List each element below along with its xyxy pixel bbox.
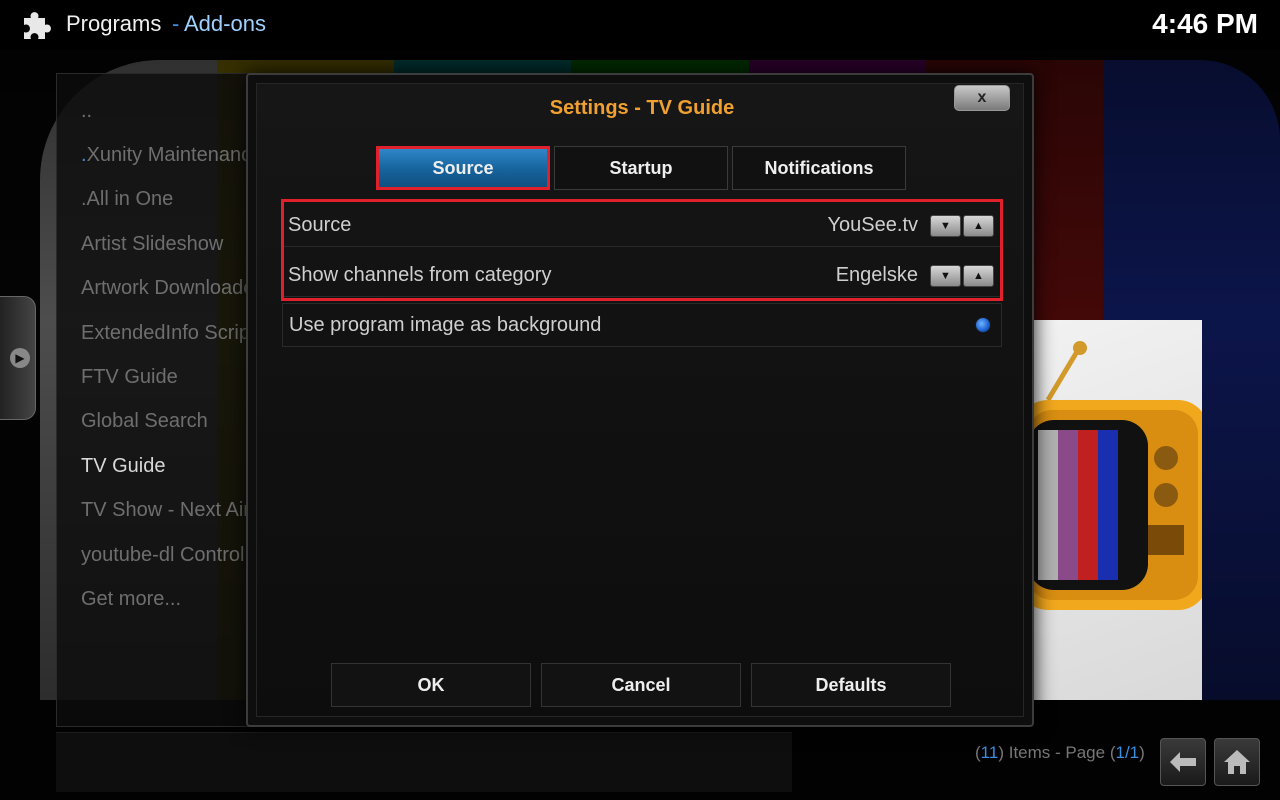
list-item[interactable]: Get more...: [81, 588, 181, 611]
clock: 4:46 PM: [1152, 8, 1258, 39]
setting-value: Engelske: [835, 264, 918, 286]
page-number: 1/1: [1115, 743, 1140, 762]
puzzle-icon: [24, 12, 51, 40]
defaults-button[interactable]: Defaults: [751, 663, 951, 707]
tab-notifications[interactable]: Notifications: [732, 146, 906, 190]
setting-program-image-background[interactable]: Use program image as background: [282, 303, 1002, 347]
triangle-up-icon[interactable]: ▲: [963, 264, 994, 287]
value-spinner: ▼ ▲: [930, 214, 994, 237]
list-item[interactable]: FTV Guide: [81, 366, 178, 389]
item-count: 11: [980, 743, 999, 762]
setting-label: Use program image as background: [289, 313, 602, 336]
triangle-down-icon[interactable]: ▼: [930, 264, 961, 287]
list-item[interactable]: Global Search: [81, 410, 208, 433]
tab-startup[interactable]: Startup: [554, 146, 728, 190]
home-icon: [1224, 750, 1250, 774]
setting-label: Show channels from category: [288, 264, 552, 286]
back-arrow-icon: [1170, 752, 1196, 772]
value-spinner: ▼ ▲: [930, 264, 994, 287]
retro-tv-image: [1018, 341, 1202, 610]
chevron-right-icon: ▶: [10, 348, 30, 368]
list-item[interactable]: .All in One: [81, 188, 173, 211]
dialog-title: Settings - TV Guide: [549, 97, 735, 119]
top-bar: Programs - Add-ons 4:46 PM: [0, 0, 1280, 50]
list-item[interactable]: Artwork Downloader: [81, 277, 261, 300]
triangle-up-icon[interactable]: ▲: [963, 214, 994, 237]
home-button[interactable]: [1214, 738, 1260, 786]
back-button[interactable]: [1160, 738, 1206, 786]
triangle-down-icon[interactable]: ▼: [930, 214, 961, 237]
breadcrumb-separator: -: [172, 11, 180, 36]
settings-dialog: Settings - TV Guide x Source Startup Not…: [246, 73, 1034, 727]
breadcrumb-programs[interactable]: Programs: [66, 11, 161, 37]
setting-source[interactable]: Source YouSee.tv ▼ ▲: [282, 205, 1002, 247]
list-item[interactable]: ExtendedInfo Script: [81, 322, 256, 345]
list-item[interactable]: .Xunity Maintenance: [81, 144, 262, 167]
list-item-selected[interactable]: TV Guide: [81, 455, 165, 478]
setting-channel-category[interactable]: Show channels from category Engelske ▼ ▲: [282, 255, 1002, 297]
breadcrumb-addons[interactable]: Add-ons: [184, 11, 266, 37]
setting-label: Source: [288, 214, 352, 236]
close-button[interactable]: x: [954, 85, 1010, 111]
ok-button[interactable]: OK: [331, 663, 531, 707]
list-item-label: Xunity Maintenance: [86, 144, 263, 166]
items-page-label: Items - Page: [1008, 743, 1106, 762]
tab-source[interactable]: Source: [376, 146, 550, 190]
list-item[interactable]: TV Show - Next Aired: [81, 499, 272, 522]
close-icon: x: [977, 89, 987, 106]
items-page-info: (11) Items - Page (1/1): [975, 743, 1145, 762]
setting-value: YouSee.tv: [827, 214, 918, 236]
bottom-info-strip: [56, 732, 792, 792]
cancel-button[interactable]: Cancel: [541, 663, 741, 707]
radio-toggle[interactable]: [975, 317, 991, 333]
side-menu-handle[interactable]: ▶: [0, 296, 36, 420]
list-item[interactable]: Artist Slideshow: [81, 233, 223, 256]
list-item[interactable]: ..: [81, 100, 92, 123]
list-item[interactable]: youtube-dl Control: [81, 544, 244, 567]
addon-thumbnail: [1008, 320, 1202, 700]
